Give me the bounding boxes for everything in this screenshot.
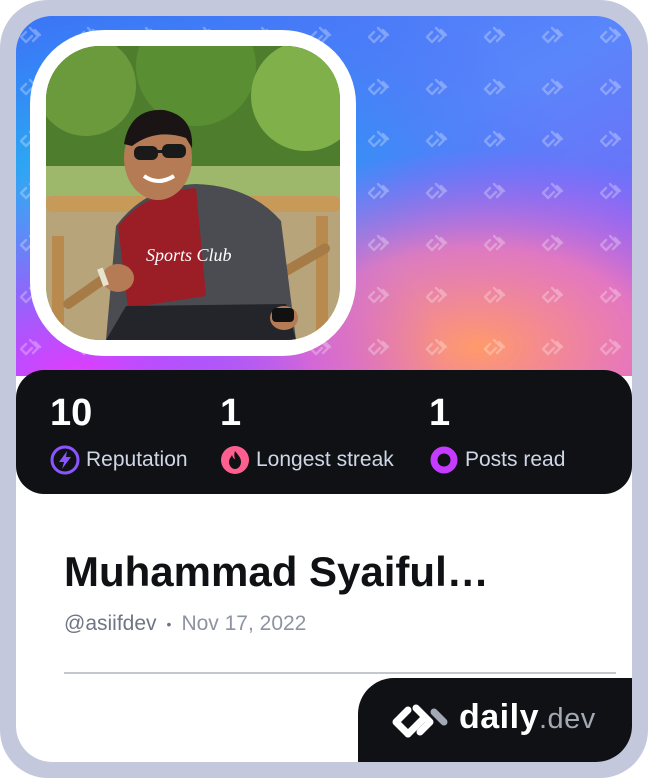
profile-meta: @asiifdev • Nov 17, 2022 — [64, 612, 306, 636]
cover-banner: Sports Club — [16, 16, 632, 376]
lightning-icon — [50, 445, 80, 475]
divider — [64, 672, 616, 674]
meta-separator: • — [166, 616, 172, 632]
flame-icon — [221, 446, 249, 474]
stat-value: 1 — [429, 392, 451, 434]
stat-label: Longest streak — [256, 448, 394, 471]
daily-dev-logo-icon — [392, 704, 448, 738]
stat-label: Posts read — [465, 448, 566, 471]
avatar: Sports Club — [46, 46, 340, 340]
stat-value: 1 — [220, 392, 242, 434]
stat-reputation: 10 Reputation — [50, 394, 188, 475]
profile-name: Muhammad Syaiful… — [64, 548, 489, 595]
brand-name-main: daily — [459, 698, 539, 736]
stat-label: Reputation — [86, 448, 188, 471]
stat-posts-read: 1 Posts read — [429, 394, 565, 475]
stat-value: 10 — [50, 392, 93, 434]
brand-badge: daily.dev — [358, 678, 632, 762]
profile-photo: Sports Club — [46, 46, 340, 340]
username: @asiifdev — [64, 612, 157, 635]
joined-date: Nov 17, 2022 — [181, 612, 307, 635]
stat-longest-streak: 1 Longest streak — [220, 394, 394, 475]
stats-bar: 10 Reputation 1 Longest streak 1 Posts r… — [16, 370, 632, 494]
ring-icon — [430, 446, 458, 474]
brand-name-suffix: .dev — [538, 703, 596, 735]
brand-name: daily.dev — [459, 698, 596, 737]
shirt-text: Sports Club — [146, 245, 232, 265]
